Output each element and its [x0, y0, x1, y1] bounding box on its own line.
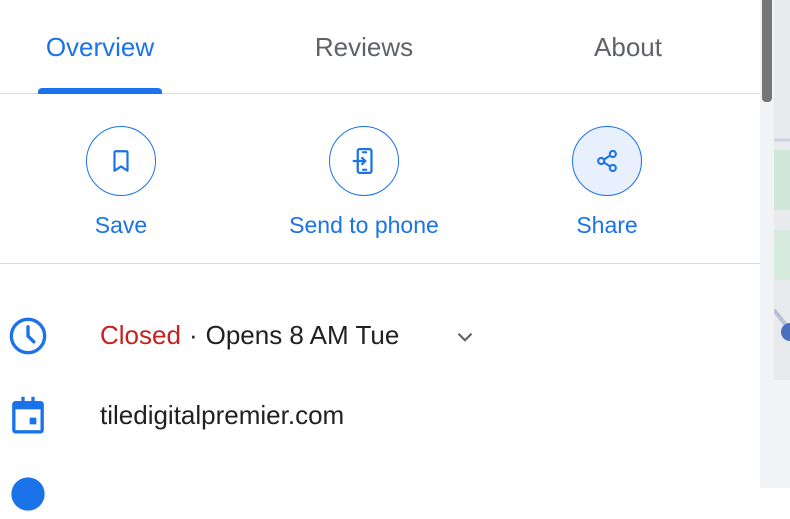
share-button-circle[interactable] [572, 126, 642, 196]
place-panel: Overview Reviews About Save Send to phon… [0, 0, 760, 511]
website-row[interactable]: tiledigitalpremier.com [0, 386, 760, 446]
share-button[interactable]: Share [507, 126, 707, 239]
globe-icon [8, 474, 48, 514]
save-button-circle[interactable] [86, 126, 156, 196]
hours-row[interactable]: Closed · Opens 8 AM Tue [0, 306, 760, 366]
clock-icon [8, 316, 48, 356]
chevron-down-icon[interactable] [452, 324, 478, 350]
share-icon [597, 149, 617, 173]
tab-about[interactable]: About [528, 0, 728, 94]
hours-text: Closed · Opens 8 AM Tue [100, 320, 399, 351]
map-edge[interactable] [774, 0, 790, 488]
tab-bar: Overview Reviews About [0, 0, 760, 94]
send-to-phone-circle[interactable] [329, 126, 399, 196]
calendar-icon [8, 396, 48, 436]
tab-reviews[interactable]: Reviews [264, 0, 464, 94]
tab-overview[interactable]: Overview [0, 0, 200, 94]
send-to-phone-button[interactable]: Send to phone [264, 126, 464, 239]
save-label: Save [94, 212, 148, 238]
action-buttons: Save Send to phone Share [0, 94, 760, 264]
send-to-phone-icon [352, 148, 373, 174]
website-link[interactable]: tiledigitalpremier.com [100, 400, 344, 431]
opens-time: Opens 8 AM Tue [205, 320, 400, 350]
scrollbar-thumb[interactable] [762, 0, 772, 102]
map-tiles [774, 0, 790, 488]
closed-status: Closed [100, 320, 181, 350]
save-button[interactable]: Save [21, 126, 221, 239]
separator-dot: · [188, 320, 198, 350]
share-label: Share [576, 212, 638, 238]
bookmark-icon [113, 150, 129, 172]
send-to-phone-label: Send to phone [289, 212, 439, 238]
